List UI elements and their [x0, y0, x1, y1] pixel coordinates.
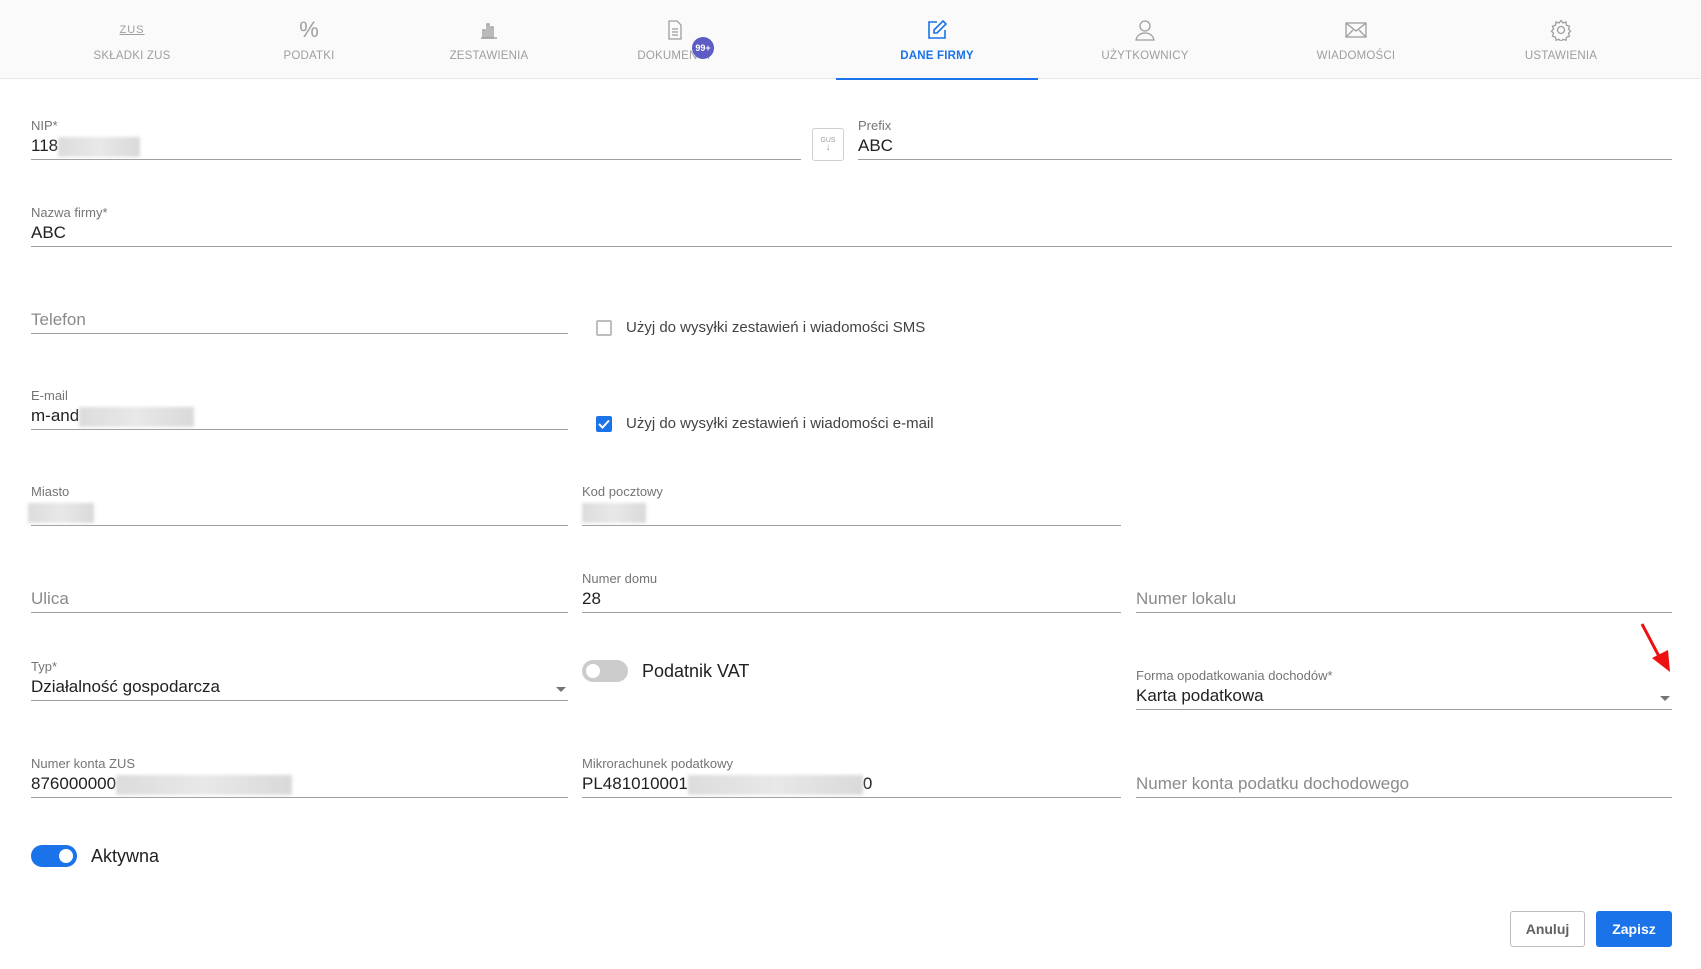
tab-label: WIADOMOŚCI	[1316, 50, 1396, 62]
tab-wiadomosci[interactable]: WIADOMOŚCI	[1255, 0, 1457, 79]
zus-icon: ZUS	[119, 24, 145, 36]
tab-podatki[interactable]: % PODATKI	[208, 0, 410, 79]
house-number-label: Numer domu	[582, 571, 658, 586]
zus-account-field[interactable]: Numer konta ZUS 876000000	[31, 756, 568, 798]
gus-lookup-button[interactable]: GUS ↓	[812, 128, 844, 161]
save-button[interactable]: Zapisz	[1596, 911, 1672, 947]
tab-label: SKŁADKI ZUS	[93, 50, 171, 62]
tab-uzytkownicy[interactable]: UŻYTKOWNICY	[1044, 0, 1246, 79]
sms-checkbox-label: Użyj do wysyłki zestawień i wiadomości S…	[626, 319, 926, 336]
percent-icon: %	[299, 17, 319, 42]
check-icon	[598, 419, 610, 429]
toggle-knob	[59, 849, 73, 863]
tax-form-value: Karta podatkowa	[1136, 686, 1264, 705]
tab-label: UŻYTKOWNICY	[1101, 50, 1189, 62]
mail-icon	[1342, 16, 1370, 44]
tab-dane-firmy[interactable]: DANE FIRMY	[836, 0, 1038, 80]
postal-code-value	[582, 502, 646, 523]
redacted-blur	[28, 502, 94, 523]
email-field[interactable]: E-mail m-and	[31, 388, 568, 430]
documents-count-badge: 99+	[692, 37, 714, 59]
micro-account-field[interactable]: Mikrorachunek podatkowy PL481010001 0	[582, 756, 1121, 798]
zus-account-label: Numer konta ZUS	[31, 756, 136, 771]
city-value	[28, 502, 94, 523]
tab-label: USTAWIENIA	[1524, 50, 1598, 62]
tax-form-select[interactable]: Forma opodatkowania dochodów* Karta poda…	[1136, 668, 1672, 710]
company-name-field[interactable]: Nazwa firmy* ABC	[31, 205, 1672, 247]
redacted-blur	[79, 406, 195, 427]
tab-label: ZESTAWIENIA	[449, 50, 529, 62]
house-number-field[interactable]: Numer domu 28	[582, 571, 1121, 613]
gear-icon	[1547, 16, 1575, 44]
red-arrow-annotation-icon	[1640, 623, 1670, 672]
email-checkbox[interactable]: Użyj do wysyłki zestawień i wiadomości e…	[596, 415, 934, 432]
company-name-label: Nazwa firmy*	[31, 205, 108, 220]
city-label: Miasto	[31, 484, 70, 499]
apartment-number-field[interactable]: Numer lokalu	[1136, 571, 1672, 613]
redacted-blur	[58, 136, 141, 157]
vat-toggle[interactable]: Podatnik VAT	[582, 660, 749, 682]
phone-field[interactable]: Telefon	[31, 292, 568, 334]
tab-zestawienia[interactable]: ZESTAWIENIA	[388, 0, 590, 79]
toggle-track[interactable]	[582, 660, 628, 682]
active-toggle[interactable]: Aktywna	[31, 845, 159, 867]
zus-account-value: 876000000	[31, 774, 293, 795]
redacted-blur	[687, 774, 863, 795]
income-tax-account-field[interactable]: Numer konta podatku dochodowego	[1136, 756, 1672, 798]
nip-field[interactable]: NIP* 118	[31, 118, 801, 160]
micro-account-label: Mikrorachunek podatkowy	[582, 756, 734, 771]
phone-placeholder: Telefon	[31, 310, 86, 329]
caret-down-icon	[556, 687, 566, 692]
tab-label: DOKUMENTY	[637, 50, 713, 62]
caret-down-icon	[1660, 696, 1670, 701]
company-name-value: ABC	[31, 223, 66, 242]
user-icon	[1131, 16, 1159, 44]
edit-icon	[923, 16, 951, 44]
checkbox-box[interactable]	[596, 415, 612, 432]
tax-form-label: Forma opodatkowania dochodów*	[1136, 668, 1333, 683]
checkbox-box[interactable]	[596, 319, 612, 336]
postal-code-field[interactable]: Kod pocztowy	[582, 484, 1121, 526]
tab-dokumenty[interactable]: DOKUMENTY 99+	[574, 0, 776, 79]
toggle-knob	[586, 664, 600, 678]
prefix-label: Prefix	[858, 118, 892, 133]
house-number-value: 28	[582, 589, 601, 608]
tab-label: PODATKI	[283, 50, 335, 62]
arrow-down-icon: ↓	[825, 142, 831, 153]
postal-code-label: Kod pocztowy	[582, 484, 663, 499]
redacted-blur	[582, 502, 646, 523]
document-icon	[661, 16, 689, 44]
type-select[interactable]: Typ* Działalność gospodarcza	[31, 659, 568, 701]
redacted-blur	[116, 774, 293, 795]
prefix-value: ABC	[858, 136, 893, 155]
active-toggle-label: Aktywna	[91, 845, 160, 866]
nip-value: 118	[31, 136, 141, 157]
email-label: E-mail	[31, 388, 68, 403]
email-checkbox-label: Użyj do wysyłki zestawień i wiadomości e…	[626, 415, 934, 432]
bar-chart-icon	[475, 16, 503, 44]
type-label: Typ*	[31, 659, 58, 674]
cancel-button[interactable]: Anuluj	[1510, 911, 1585, 947]
street-placeholder: Ulica	[31, 589, 69, 608]
tab-ustawienia[interactable]: USTAWIENIA	[1460, 0, 1662, 79]
tab-label: DANE FIRMY	[900, 50, 974, 62]
toggle-track[interactable]	[31, 845, 77, 867]
tab-skladki-zus[interactable]: ZUS SKŁADKI ZUS	[31, 0, 233, 79]
street-field[interactable]: Ulica	[31, 571, 568, 613]
type-value: Działalność gospodarcza	[31, 677, 220, 696]
sms-checkbox[interactable]: Użyj do wysyłki zestawień i wiadomości S…	[596, 319, 925, 336]
top-navigation: ZUS SKŁADKI ZUS % PODATKI ZESTAWIENIA DO…	[0, 0, 1701, 80]
micro-account-value: PL481010001 0	[582, 774, 873, 795]
email-value: m-and	[31, 406, 195, 427]
apartment-number-placeholder: Numer lokalu	[1136, 589, 1237, 608]
city-field[interactable]: Miasto	[28, 484, 568, 526]
prefix-field[interactable]: Prefix ABC	[858, 118, 1672, 160]
nip-label: NIP*	[31, 118, 58, 133]
vat-toggle-label: Podatnik VAT	[642, 660, 750, 681]
income-tax-account-placeholder: Numer konta podatku dochodowego	[1136, 774, 1410, 793]
